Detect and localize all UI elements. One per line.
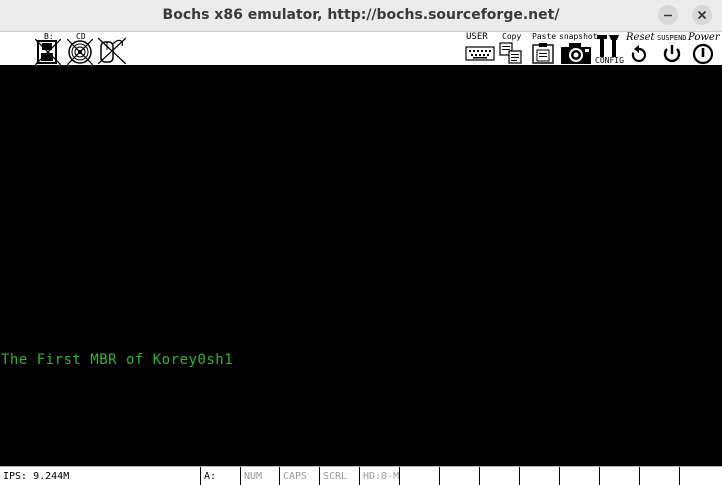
ips-indicator: IPS: 9.244M [0, 467, 201, 485]
suspend-icon [663, 45, 681, 63]
reset-button[interactable]: Reset [624, 32, 656, 65]
power-icon [692, 43, 714, 65]
user-button[interactable]: USER [463, 32, 497, 65]
scroll-lock-indicator: SCRL [320, 467, 360, 485]
minimize-icon [664, 14, 672, 17]
mouse-button[interactable] [96, 32, 128, 65]
copy-label: Copy [502, 32, 522, 41]
floppy-icon [35, 39, 61, 65]
mbr-boot-message: The First MBR of Korey0sh1 [1, 352, 234, 368]
keyboard-icon [465, 46, 495, 61]
toolbar: B: CD USER Copy Paste snapshot CONFIG Re… [0, 32, 722, 66]
status-cell-empty-4 [520, 467, 560, 485]
status-cell-empty-5 [560, 467, 600, 485]
config-button[interactable]: CONFIG [594, 32, 624, 65]
minimize-button[interactable] [658, 5, 678, 25]
title-bar: Bochs x86 emulator, http://bochs.sourcef… [0, 0, 722, 32]
num-lock-indicator: NUM [241, 467, 280, 485]
status-cell-empty-7 [640, 467, 680, 485]
power-label: Power [688, 32, 720, 43]
hd-indicator: HD:0-M [360, 467, 400, 485]
paste-icon [532, 43, 554, 64]
close-button[interactable] [692, 5, 712, 25]
paste-button[interactable]: Paste [528, 32, 558, 65]
mouse-icon [98, 37, 126, 64]
suspend-button[interactable]: SUSPEND [656, 32, 690, 65]
paste-label: Paste [532, 32, 557, 41]
copy-icon [499, 42, 522, 64]
config-icon [597, 35, 619, 57]
copy-button[interactable]: Copy [497, 32, 525, 65]
camera-icon [561, 43, 591, 64]
user-label: USER [466, 32, 488, 42]
reset-icon [631, 45, 647, 63]
bochs-window: Bochs x86 emulator, http://bochs.sourcef… [0, 0, 722, 485]
status-cell-empty-6 [600, 467, 640, 485]
config-label: CONFIG [595, 56, 624, 65]
reset-label: Reset [626, 32, 655, 43]
status-cell-empty-1 [400, 467, 440, 485]
cdrom-icon [67, 39, 93, 65]
status-cell-empty-2 [440, 467, 480, 485]
cdrom-button[interactable]: CD [64, 32, 96, 65]
close-icon [697, 10, 707, 20]
emulator-screen[interactable]: The First MBR of Korey0sh1 [0, 66, 722, 466]
power-button[interactable]: Power [688, 32, 722, 65]
status-cell-empty-8 [680, 467, 722, 485]
floppy-b-button[interactable]: B: [32, 32, 62, 65]
snapshot-button[interactable]: snapshot [558, 32, 598, 65]
status-cell-empty-3 [480, 467, 520, 485]
suspend-label: SUSPEND [657, 34, 687, 42]
drive-a-indicator: A: [201, 467, 241, 485]
snapshot-label: snapshot [559, 32, 598, 41]
caps-lock-indicator: CAPS [280, 467, 320, 485]
window-title: Bochs x86 emulator, http://bochs.sourcef… [162, 7, 560, 23]
status-bar: IPS: 9.244M A: NUM CAPS SCRL HD:0-M [0, 466, 722, 485]
